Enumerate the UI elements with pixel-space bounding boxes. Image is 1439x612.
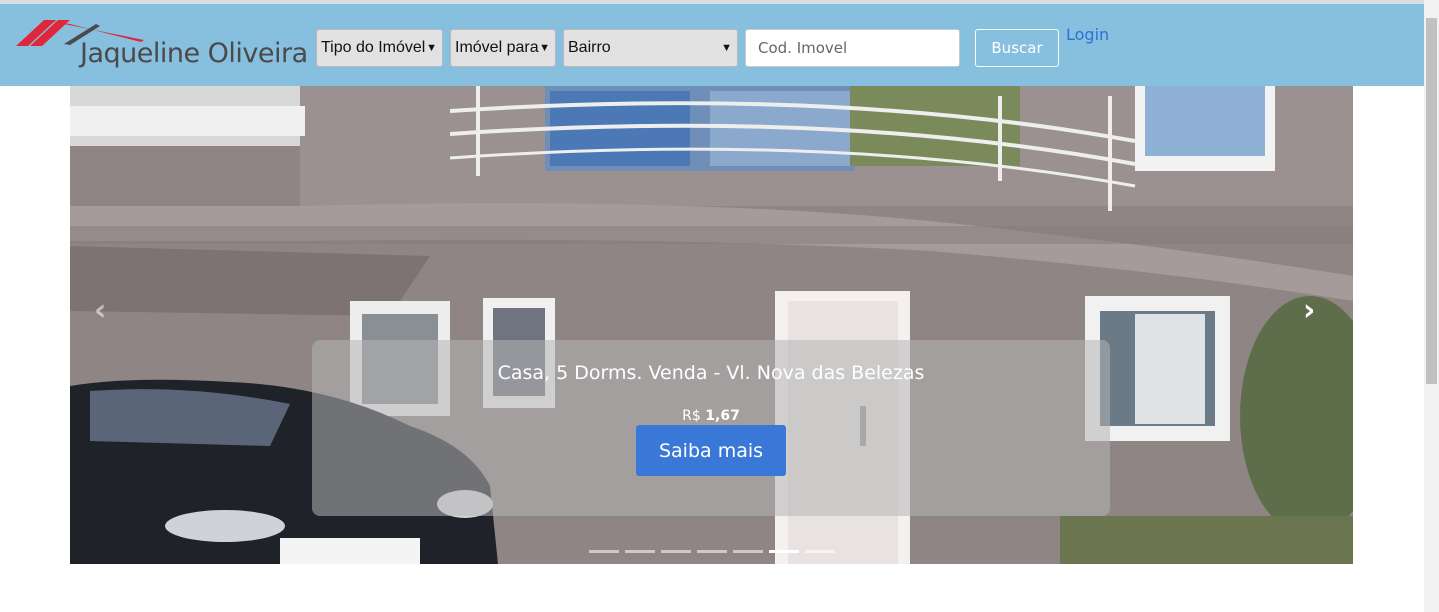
bairro-label: Bairro — [568, 39, 611, 56]
brand-logo[interactable]: Jaqueline Oliveira — [14, 14, 308, 74]
slide-price: R$ 1,67 — [312, 408, 1110, 424]
login-link[interactable]: Login — [1066, 25, 1109, 44]
carousel-indicator[interactable] — [769, 550, 799, 553]
scrollbar-thumb[interactable] — [1426, 18, 1437, 384]
caret-down-icon: ▼ — [539, 42, 550, 54]
bairro-select[interactable]: Bairro ▼ — [563, 29, 738, 67]
brand-name: Jaqueline Oliveira — [80, 38, 308, 69]
carousel-indicator[interactable] — [697, 550, 727, 553]
caret-down-icon: ▼ — [721, 42, 732, 54]
buscar-button[interactable]: Buscar — [975, 29, 1059, 67]
property-carousel: ‹ › Casa, 5 Dorms. Venda - Vl. Nova das … — [70, 86, 1353, 564]
chevron-right-icon: › — [1303, 293, 1316, 328]
carousel-indicator[interactable] — [805, 550, 835, 553]
tipo-imovel-select[interactable]: Tipo do Imóvel ▼ — [316, 29, 443, 67]
caret-down-icon: ▼ — [426, 42, 437, 54]
imovel-para-select[interactable]: Imóvel para ▼ — [450, 29, 556, 67]
carousel-prev-button[interactable]: ‹ — [94, 293, 106, 328]
price-prefix: R$ — [682, 408, 701, 424]
carousel-indicator[interactable] — [589, 550, 619, 553]
page-scrollbar[interactable] — [1424, 0, 1439, 612]
saiba-mais-button[interactable]: Saiba mais — [636, 425, 786, 476]
price-value: 1,67 — [705, 408, 740, 424]
tipo-imovel-label: Tipo do Imóvel — [321, 39, 426, 56]
slide-title: Casa, 5 Dorms. Venda - Vl. Nova das Bele… — [497, 362, 925, 384]
imovel-para-label: Imóvel para — [455, 39, 539, 56]
codigo-imovel-input[interactable] — [745, 29, 960, 67]
carousel-indicator[interactable] — [625, 550, 655, 553]
carousel-indicator[interactable] — [733, 550, 763, 553]
carousel-indicator[interactable] — [661, 550, 691, 553]
navbar: Jaqueline Oliveira Tipo do Imóvel ▼ Imóv… — [0, 4, 1424, 86]
carousel-next-button[interactable]: › — [1303, 293, 1315, 328]
slide-caption: Casa, 5 Dorms. Venda - Vl. Nova das Bele… — [312, 340, 1110, 516]
chevron-left-icon: ‹ — [94, 293, 107, 328]
